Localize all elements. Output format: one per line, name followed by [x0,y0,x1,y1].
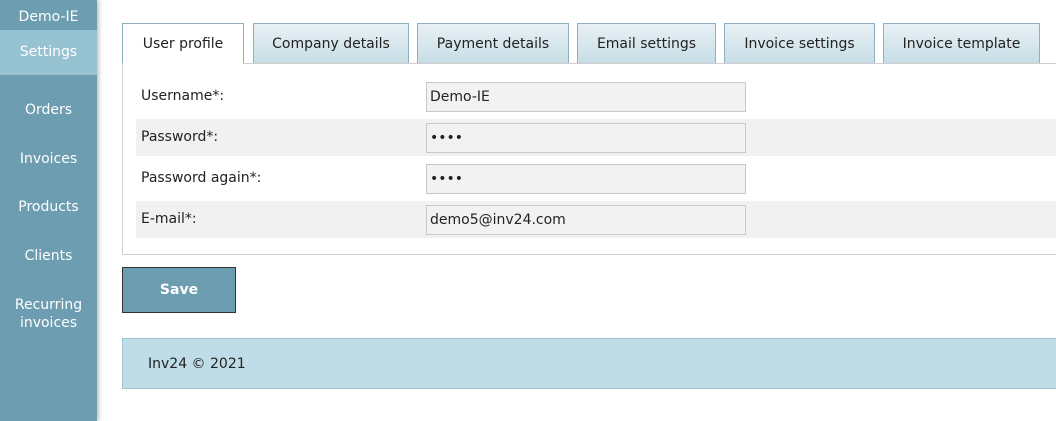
sidebar-item-recurring-invoices[interactable]: Recurring invoices [0,296,97,336]
email-input[interactable] [426,205,746,235]
footer: Inv24 © 2021 [122,338,1056,389]
footer-copyright: Inv24 © 2021 [148,356,246,372]
form-row-password-again: Password again*: [136,160,1056,197]
sidebar-item-label-line2: invoices [19,315,78,331]
password-input[interactable] [426,123,746,153]
sidebar-item-settings[interactable]: Settings [0,30,97,75]
sidebar-item-label-line1: Recurring [14,297,83,313]
tab-company-details[interactable]: Company details [253,23,409,64]
save-button[interactable]: Save [122,267,236,313]
email-label: E-mail*: [141,211,197,227]
tab-invoice-template[interactable]: Invoice template [883,23,1040,64]
sidebar-item-products[interactable]: Products [0,185,97,230]
password-label: Password*: [141,129,219,145]
tab-email-settings[interactable]: Email settings [577,23,716,64]
password-again-label: Password again*: [141,170,262,186]
username-input[interactable] [426,82,746,112]
sidebar: Demo-IE Settings Orders Invoices Product… [0,0,97,421]
sidebar-item-clients[interactable]: Clients [0,234,97,279]
form-row-password: Password*: [136,119,1056,156]
form-row-username: Username*: [136,78,1056,115]
tab-payment-details[interactable]: Payment details [417,23,569,64]
tab-invoice-settings[interactable]: Invoice settings [724,23,875,64]
brand-name: Demo-IE [18,9,79,25]
tab-user-profile[interactable]: User profile [122,23,244,64]
password-again-input[interactable] [426,164,746,194]
sidebar-item-invoices[interactable]: Invoices [0,137,97,182]
sidebar-item-orders[interactable]: Orders [0,88,97,133]
username-label: Username*: [141,88,225,104]
form-row-email: E-mail*: [136,201,1056,238]
